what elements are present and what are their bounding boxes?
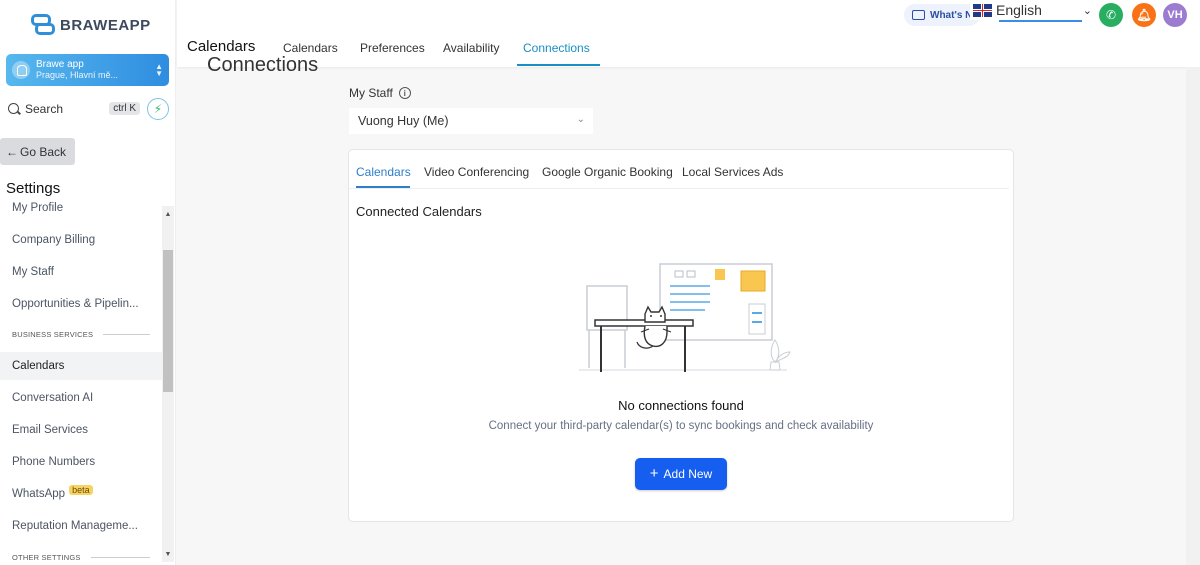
nav-section-business-services: BUSINESS SERVICES bbox=[12, 330, 150, 339]
search-button[interactable]: Search ctrl K bbox=[8, 98, 140, 119]
active-tab-indicator bbox=[517, 64, 600, 66]
card-tab-divider bbox=[349, 188, 1009, 189]
page-scrollbar-track[interactable] bbox=[1186, 67, 1200, 565]
tab-connections[interactable]: Connections bbox=[523, 41, 590, 55]
chevron-updown-icon: ▲ ▼ bbox=[155, 62, 163, 78]
scroll-down-arrow-icon[interactable]: ▼ bbox=[162, 548, 174, 560]
language-underline bbox=[999, 20, 1082, 22]
connected-calendars-title: Connected Calendars bbox=[356, 204, 482, 219]
card-tab-local-services-ads[interactable]: Local Services Ads bbox=[682, 165, 783, 179]
info-icon[interactable]: i bbox=[398, 87, 411, 99]
sidebar-item-conversation-ai[interactable]: Conversation AI bbox=[0, 384, 162, 412]
sidebar-item-my-profile[interactable]: My Profile bbox=[0, 200, 162, 222]
my-staff-label: My Staff i bbox=[349, 86, 411, 100]
sidebar-scrollbar[interactable]: ▲ ▼ bbox=[162, 206, 174, 562]
quick-actions-bolt-icon[interactable]: ⚡ bbox=[147, 98, 169, 120]
avatar[interactable]: VH bbox=[1163, 3, 1187, 27]
location-icon bbox=[12, 61, 30, 79]
search-icon bbox=[8, 103, 19, 114]
top-bar: Calendars Calendars Preferences Availabi… bbox=[177, 0, 1200, 67]
sidebar-item-phone-numbers[interactable]: Phone Numbers bbox=[0, 448, 162, 476]
sidebar-item-calendars[interactable]: Calendars bbox=[0, 352, 162, 380]
sidebar-item-whatsapp[interactable]: WhatsApp beta bbox=[0, 480, 162, 508]
account-name: Brawe app bbox=[36, 59, 84, 70]
go-back-button[interactable]: ← Go Back bbox=[0, 138, 75, 165]
plus-icon: + bbox=[649, 465, 659, 482]
staff-select[interactable]: Vuong Huy (Me) ⌄ bbox=[349, 108, 593, 134]
add-new-button[interactable]: + Add New bbox=[635, 458, 727, 490]
search-label: Search bbox=[25, 101, 64, 116]
sidebar-item-company-billing[interactable]: Company Billing bbox=[0, 226, 162, 254]
empty-state-title: No connections found bbox=[618, 398, 744, 413]
settings-nav: My Profile Company Billing My Staff Oppo… bbox=[0, 200, 162, 565]
arrow-left-icon: ← bbox=[6, 144, 18, 159]
go-back-label: Go Back bbox=[20, 144, 67, 159]
uk-flag-icon bbox=[973, 3, 992, 17]
account-switcher[interactable]: Brawe app Prague, Hlavní mě... ▲ ▼ bbox=[6, 54, 169, 86]
chevron-down-icon: ⌄ bbox=[576, 114, 585, 125]
sidebar-item-my-staff[interactable]: My Staff bbox=[0, 258, 162, 286]
tab-availability[interactable]: Availability bbox=[443, 41, 499, 55]
nav-section-other-settings: OTHER SETTINGS bbox=[12, 553, 150, 562]
settings-title: Settings bbox=[6, 180, 61, 197]
phone-icon[interactable]: ✆ bbox=[1099, 3, 1123, 27]
scroll-up-arrow-icon[interactable]: ▲ bbox=[162, 208, 174, 220]
card-tab-video-conferencing[interactable]: Video Conferencing bbox=[424, 165, 529, 179]
megaphone-icon bbox=[912, 10, 925, 20]
card-tab-calendars[interactable]: Calendars bbox=[356, 165, 411, 179]
beta-badge: beta bbox=[69, 485, 93, 495]
search-shortcut: ctrl K bbox=[109, 102, 140, 115]
account-location: Prague, Hlavní mě... bbox=[36, 70, 119, 80]
tab-calendars[interactable]: Calendars bbox=[283, 41, 338, 55]
language-label: English bbox=[996, 2, 1042, 18]
tab-preferences[interactable]: Preferences bbox=[360, 41, 425, 55]
sidebar-item-opportunities[interactable]: Opportunities & Pipelin... bbox=[0, 290, 162, 318]
staff-select-value: Vuong Huy (Me) bbox=[358, 114, 449, 128]
empty-state-subtitle: Connect your third-party calendar(s) to … bbox=[488, 420, 874, 432]
brand-name: BRAWEAPP bbox=[60, 16, 151, 34]
chevron-down-icon: ⌄ bbox=[1082, 4, 1092, 17]
empty-state-illustration bbox=[579, 263, 791, 372]
partial-section-heading: Connections bbox=[207, 54, 319, 76]
whats-new-label: What's N bbox=[930, 9, 973, 21]
connections-card: Calendars Video Conferencing Google Orga… bbox=[348, 149, 1014, 522]
add-new-label: Add New bbox=[663, 467, 713, 481]
page-title: Calendars bbox=[187, 38, 256, 55]
language-select[interactable]: English ⌄ bbox=[970, 0, 1100, 20]
sidebar: BRAWEAPP Brawe app Prague, Hlavní mě... … bbox=[0, 0, 176, 565]
logo-icon bbox=[30, 12, 56, 38]
sidebar-item-reputation-management[interactable]: Reputation Manageme... bbox=[0, 512, 162, 540]
sidebar-item-email-services[interactable]: Email Services bbox=[0, 416, 162, 444]
scroll-thumb[interactable] bbox=[163, 250, 173, 392]
bell-icon[interactable]: 🔔︎ bbox=[1132, 3, 1156, 27]
card-tab-google-organic-booking[interactable]: Google Organic Booking bbox=[542, 165, 673, 179]
brand-logo[interactable]: BRAWEAPP bbox=[30, 12, 151, 38]
whats-new-button[interactable]: What's N bbox=[904, 4, 981, 26]
